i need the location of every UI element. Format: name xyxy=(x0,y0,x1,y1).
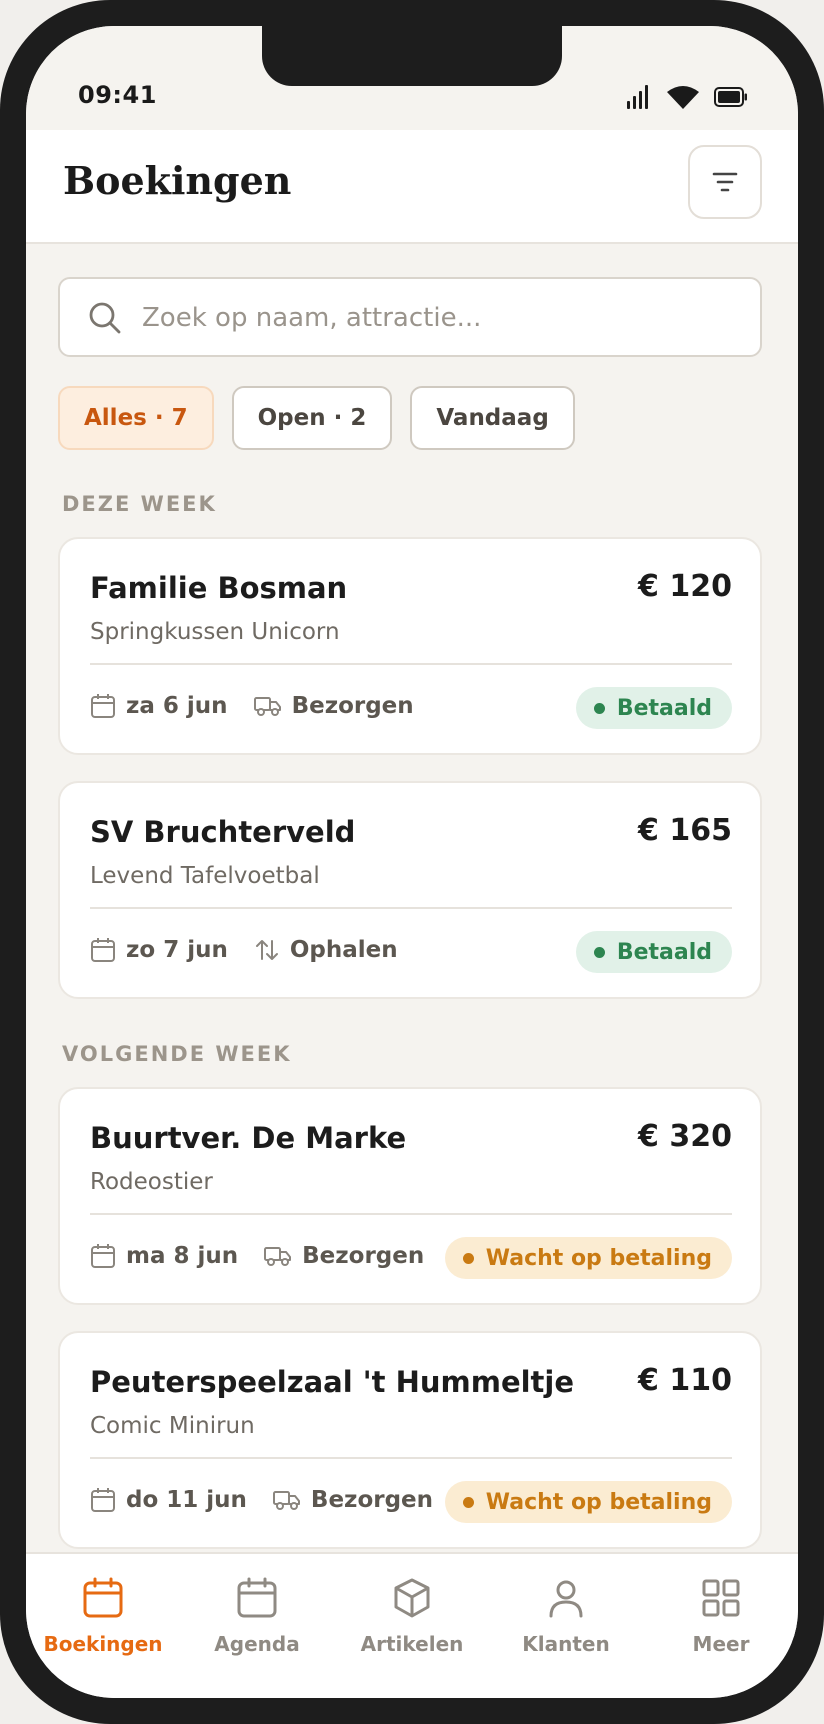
status-label: Wacht op betaling xyxy=(485,1489,712,1515)
status-dot xyxy=(462,1496,474,1508)
status-badge: Betaald xyxy=(575,931,732,973)
tab-bar: Boekingen Agenda Artikelen Klanten Meer xyxy=(26,1552,798,1698)
booking-card[interactable]: Familie Bosman € 120 Springkussen Unicor… xyxy=(58,537,762,755)
filter-chip-all[interactable]: Alles · 7 xyxy=(58,386,214,450)
status-dot xyxy=(462,1252,474,1264)
tab-boekingen[interactable]: Boekingen xyxy=(26,1574,180,1656)
truck-icon xyxy=(253,697,281,716)
booking-method: Bezorgen xyxy=(310,1487,434,1513)
status-label: Betaald xyxy=(616,939,712,965)
search-box xyxy=(58,277,762,357)
signal-icon xyxy=(627,85,648,109)
section-label-next-week: VOLGENDE WEEK xyxy=(62,1042,292,1066)
tab-agenda[interactable]: Agenda xyxy=(180,1574,334,1656)
filter-chip-open[interactable]: Open · 2 xyxy=(231,386,393,450)
phone-frame: 09:41 Boekingen Zoek op naam, attractie.… xyxy=(0,0,824,1724)
truck-icon xyxy=(264,1247,292,1266)
status-label: Betaald xyxy=(616,695,712,721)
box-icon xyxy=(394,1578,430,1618)
booking-price: € 320 xyxy=(638,1119,732,1154)
status-time: 09:41 xyxy=(78,81,157,109)
booking-date: do 11 jun xyxy=(126,1487,247,1513)
booking-date: za 6 jun xyxy=(126,693,228,719)
card-divider xyxy=(90,1457,732,1459)
card-divider xyxy=(90,907,732,909)
booking-name: Familie Bosman xyxy=(90,571,348,605)
search-input[interactable] xyxy=(140,279,744,357)
notch xyxy=(262,26,562,86)
calendar-icon xyxy=(237,1577,277,1618)
booking-name: Peuterspeelzaal 't Hummeltje xyxy=(90,1365,575,1399)
booking-date: ma 8 jun xyxy=(126,1243,239,1269)
screen: 09:41 Boekingen Zoek op naam, attractie.… xyxy=(26,26,798,1698)
booking-item: Comic Minirun xyxy=(90,1413,255,1439)
filter-button[interactable] xyxy=(688,145,762,219)
booking-date: zo 7 jun xyxy=(126,937,228,963)
status-label: Wacht op betaling xyxy=(485,1245,712,1271)
calendar-icon xyxy=(83,1577,123,1618)
booking-method: Bezorgen xyxy=(302,1243,425,1269)
card-divider xyxy=(90,1213,732,1215)
page-title: Boekingen xyxy=(63,158,292,203)
booking-item: Levend Tafelvoetbal xyxy=(90,863,320,889)
booking-card[interactable]: Peuterspeelzaal 't Hummeltje € 110 Comic… xyxy=(58,1331,762,1549)
booking-item: Rodeostier xyxy=(90,1169,213,1195)
tab-label: Artikelen xyxy=(360,1632,464,1656)
calendar-icon xyxy=(91,938,115,962)
booking-method: Ophalen xyxy=(289,937,398,963)
tab-meer[interactable]: Meer xyxy=(644,1574,798,1656)
section-label-this-week: DEZE WEEK xyxy=(62,492,217,516)
booking-price: € 120 xyxy=(638,569,732,604)
booking-price: € 165 xyxy=(638,813,732,848)
tab-artikelen[interactable]: Artikelen xyxy=(335,1574,489,1656)
app-header: Boekingen xyxy=(26,130,798,244)
tab-label: Meer xyxy=(692,1632,750,1656)
booking-price: € 110 xyxy=(638,1363,732,1398)
pickup-arrows-icon xyxy=(255,940,278,960)
user-icon xyxy=(549,1580,583,1618)
status-badge: Wacht op betaling xyxy=(444,1237,732,1279)
filter-icon xyxy=(712,172,738,192)
status-dot xyxy=(593,946,605,958)
battery-icon xyxy=(714,87,747,107)
booking-card[interactable]: SV Bruchterveld € 165 Levend Tafelvoetba… xyxy=(58,781,762,999)
booking-item: Springkussen Unicorn xyxy=(90,619,340,645)
tab-label: Klanten xyxy=(522,1632,610,1656)
calendar-icon xyxy=(91,1488,115,1512)
booking-method: Bezorgen xyxy=(291,693,414,719)
tab-klanten[interactable]: Klanten xyxy=(489,1574,643,1656)
status-badge: Betaald xyxy=(575,687,732,729)
status-badge: Wacht op betaling xyxy=(444,1481,732,1523)
status-dot xyxy=(593,702,605,714)
search-icon xyxy=(89,302,121,334)
card-divider xyxy=(90,663,732,665)
tab-label: Boekingen xyxy=(43,1632,163,1656)
grid-icon xyxy=(702,1579,740,1617)
calendar-icon xyxy=(91,694,115,718)
filter-chip-today[interactable]: Vandaag xyxy=(410,386,575,450)
booking-name: SV Bruchterveld xyxy=(90,815,356,849)
truck-icon xyxy=(272,1491,300,1510)
tab-label: Agenda xyxy=(214,1632,300,1656)
wifi-icon xyxy=(667,86,699,109)
booking-name: Buurtver. De Marke xyxy=(90,1121,407,1155)
filter-chips: Alles · 7 Open · 2 Vandaag xyxy=(58,386,575,450)
booking-card[interactable]: Buurtver. De Marke € 320 Rodeostier ma 8… xyxy=(58,1087,762,1305)
calendar-icon xyxy=(91,1244,115,1268)
